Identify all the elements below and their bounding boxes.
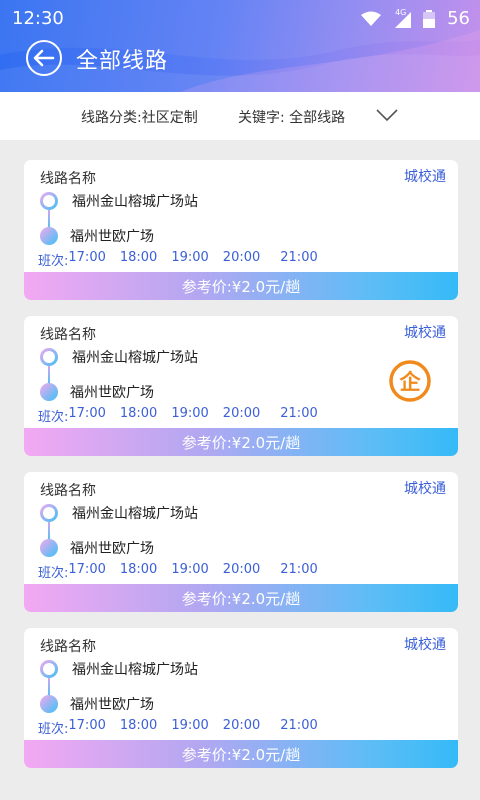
schedule-time: 19:00 <box>171 562 209 577</box>
schedule-time: 19:00 <box>171 250 209 265</box>
route-card[interactable]: 线路名称 城校通 福州金山榕城广场站 福州世欧广场 班次: 17:00 18:00 1… <box>24 160 458 300</box>
route-tag: 城校通 <box>404 481 446 497</box>
price-text: 参考价:¥2.0元/趟 <box>181 745 301 764</box>
schedule-time: 17:00 <box>68 250 106 265</box>
schedule-row: 班次: 17:00 18:00 19:00 20:00 21:00 <box>38 250 332 269</box>
schedule-prefix: 班次: <box>38 722 69 737</box>
route-name-label: 线路名称 <box>40 483 96 499</box>
price-text: 参考价:¥2.0元/趟 <box>181 277 301 296</box>
enterprise-badge-label: 企 <box>399 370 422 394</box>
start-stop-name: 福州金山榕城广场站 <box>72 350 198 366</box>
price-bar: 参考价:¥2.0元/趟 <box>24 272 458 300</box>
route-name-label: 线路名称 <box>40 639 96 655</box>
enterprise-badge-icon: 企 <box>389 360 431 402</box>
route-tag: 城校通 <box>404 325 446 341</box>
schedule-time: 18:00 <box>119 562 158 577</box>
schedule-time: 21:00 <box>280 562 318 577</box>
end-stop-name: 福州世欧广场 <box>70 697 154 713</box>
filter-keyword[interactable]: 关键字: 全部线路 <box>238 107 345 127</box>
end-stop: 福州世欧广场 <box>40 382 154 402</box>
price-bar: 参考价:¥2.0元/趟 <box>24 584 458 612</box>
schedule-row: 班次: 17:00 18:00 19:00 20:00 21:00 <box>38 562 332 581</box>
start-stop-name: 福州金山榕城广场站 <box>72 194 198 210</box>
end-stop-name: 福州世欧广场 <box>70 385 154 401</box>
arrow-left-icon <box>33 49 55 67</box>
schedule-time: 20:00 <box>222 406 261 421</box>
route-connector <box>48 210 50 227</box>
schedule-time: 20:00 <box>222 562 261 577</box>
end-stop-icon <box>40 695 58 713</box>
route-card[interactable]: 线路名称 城校通 福州金山榕城广场站 福州世欧广场 班次: 17:00 18:00 1… <box>24 628 458 768</box>
start-stop-name: 福州金山榕城广场站 <box>72 662 198 678</box>
page-title: 全部线路 <box>76 49 169 74</box>
battery-level: 56 <box>447 8 470 29</box>
start-stop: 福州金山榕城广场站 <box>40 659 198 679</box>
end-stop-name: 福州世欧广场 <box>70 541 154 557</box>
schedule-time: 18:00 <box>119 250 158 265</box>
status-time: 12:30 <box>12 8 64 29</box>
chevron-down-icon[interactable] <box>376 108 398 122</box>
price-text: 参考价:¥2.0元/趟 <box>181 589 301 608</box>
filter-bar: 线路分类:社区定制 关键字: 全部线路 <box>0 92 480 140</box>
schedule-time: 17:00 <box>68 406 106 421</box>
nav-bar: 全部线路 <box>0 40 480 92</box>
schedule-time: 21:00 <box>280 250 318 265</box>
price-bar: 参考价:¥2.0元/趟 <box>24 428 458 456</box>
back-button[interactable] <box>26 40 62 76</box>
app-header: 12:30 4G 56 全部线路 <box>0 0 480 92</box>
end-stop: 福州世欧广场 <box>40 226 154 246</box>
schedule-time: 20:00 <box>222 718 261 733</box>
filter-category[interactable]: 线路分类:社区定制 <box>81 107 198 127</box>
route-card[interactable]: 线路名称 城校通 福州金山榕城广场站 福州世欧广场 班次: 17:00 18:00 1… <box>24 316 458 456</box>
start-stop: 福州金山榕城广场站 <box>40 503 198 523</box>
schedule-prefix: 班次: <box>38 254 69 269</box>
schedule-time: 19:00 <box>171 406 209 421</box>
end-stop: 福州世欧广场 <box>40 694 154 714</box>
schedule-row: 班次: 17:00 18:00 19:00 20:00 21:00 <box>38 718 332 737</box>
cell-signal-icon: 4G <box>393 7 412 28</box>
route-card[interactable]: 线路名称 城校通 福州金山榕城广场站 福州世欧广场 班次: 17:00 18:00 1… <box>24 472 458 612</box>
price-text: 参考价:¥2.0元/趟 <box>181 433 301 452</box>
schedule-time: 21:00 <box>280 406 318 421</box>
schedule-row: 班次: 17:00 18:00 19:00 20:00 21:00 <box>38 406 332 425</box>
start-stop-icon <box>40 504 58 522</box>
schedule-prefix: 班次: <box>38 566 69 581</box>
route-connector <box>48 678 50 695</box>
start-stop-icon <box>40 348 58 366</box>
start-stop-name: 福州金山榕城广场站 <box>72 506 198 522</box>
route-name-label: 线路名称 <box>40 327 96 343</box>
price-bar: 参考价:¥2.0元/趟 <box>24 740 458 768</box>
route-name-label: 线路名称 <box>40 171 96 187</box>
wifi-icon <box>361 11 382 26</box>
schedule-time: 20:00 <box>222 250 261 265</box>
route-tag: 城校通 <box>404 637 446 653</box>
route-connector <box>48 366 50 383</box>
schedule-time: 18:00 <box>119 406 158 421</box>
schedule-time: 17:00 <box>68 718 106 733</box>
schedule-time: 19:00 <box>171 718 209 733</box>
schedule-prefix: 班次: <box>38 410 69 425</box>
status-icons: 4G 56 <box>361 8 470 29</box>
start-stop: 福州金山榕城广场站 <box>40 347 198 367</box>
end-stop-icon <box>40 227 58 245</box>
network-type-label: 4G <box>395 7 407 17</box>
schedule-time: 17:00 <box>68 562 106 577</box>
schedule-time: 21:00 <box>280 718 318 733</box>
end-stop-icon <box>40 539 58 557</box>
start-stop: 福州金山榕城广场站 <box>40 191 198 211</box>
end-stop: 福州世欧广场 <box>40 538 154 558</box>
start-stop-icon <box>40 660 58 678</box>
route-connector <box>48 522 50 539</box>
end-stop-icon <box>40 383 58 401</box>
route-tag: 城校通 <box>404 169 446 185</box>
end-stop-name: 福州世欧广场 <box>70 229 154 245</box>
status-bar: 12:30 4G 56 <box>0 0 480 40</box>
start-stop-icon <box>40 192 58 210</box>
schedule-time: 18:00 <box>119 718 158 733</box>
battery-icon <box>423 9 436 28</box>
